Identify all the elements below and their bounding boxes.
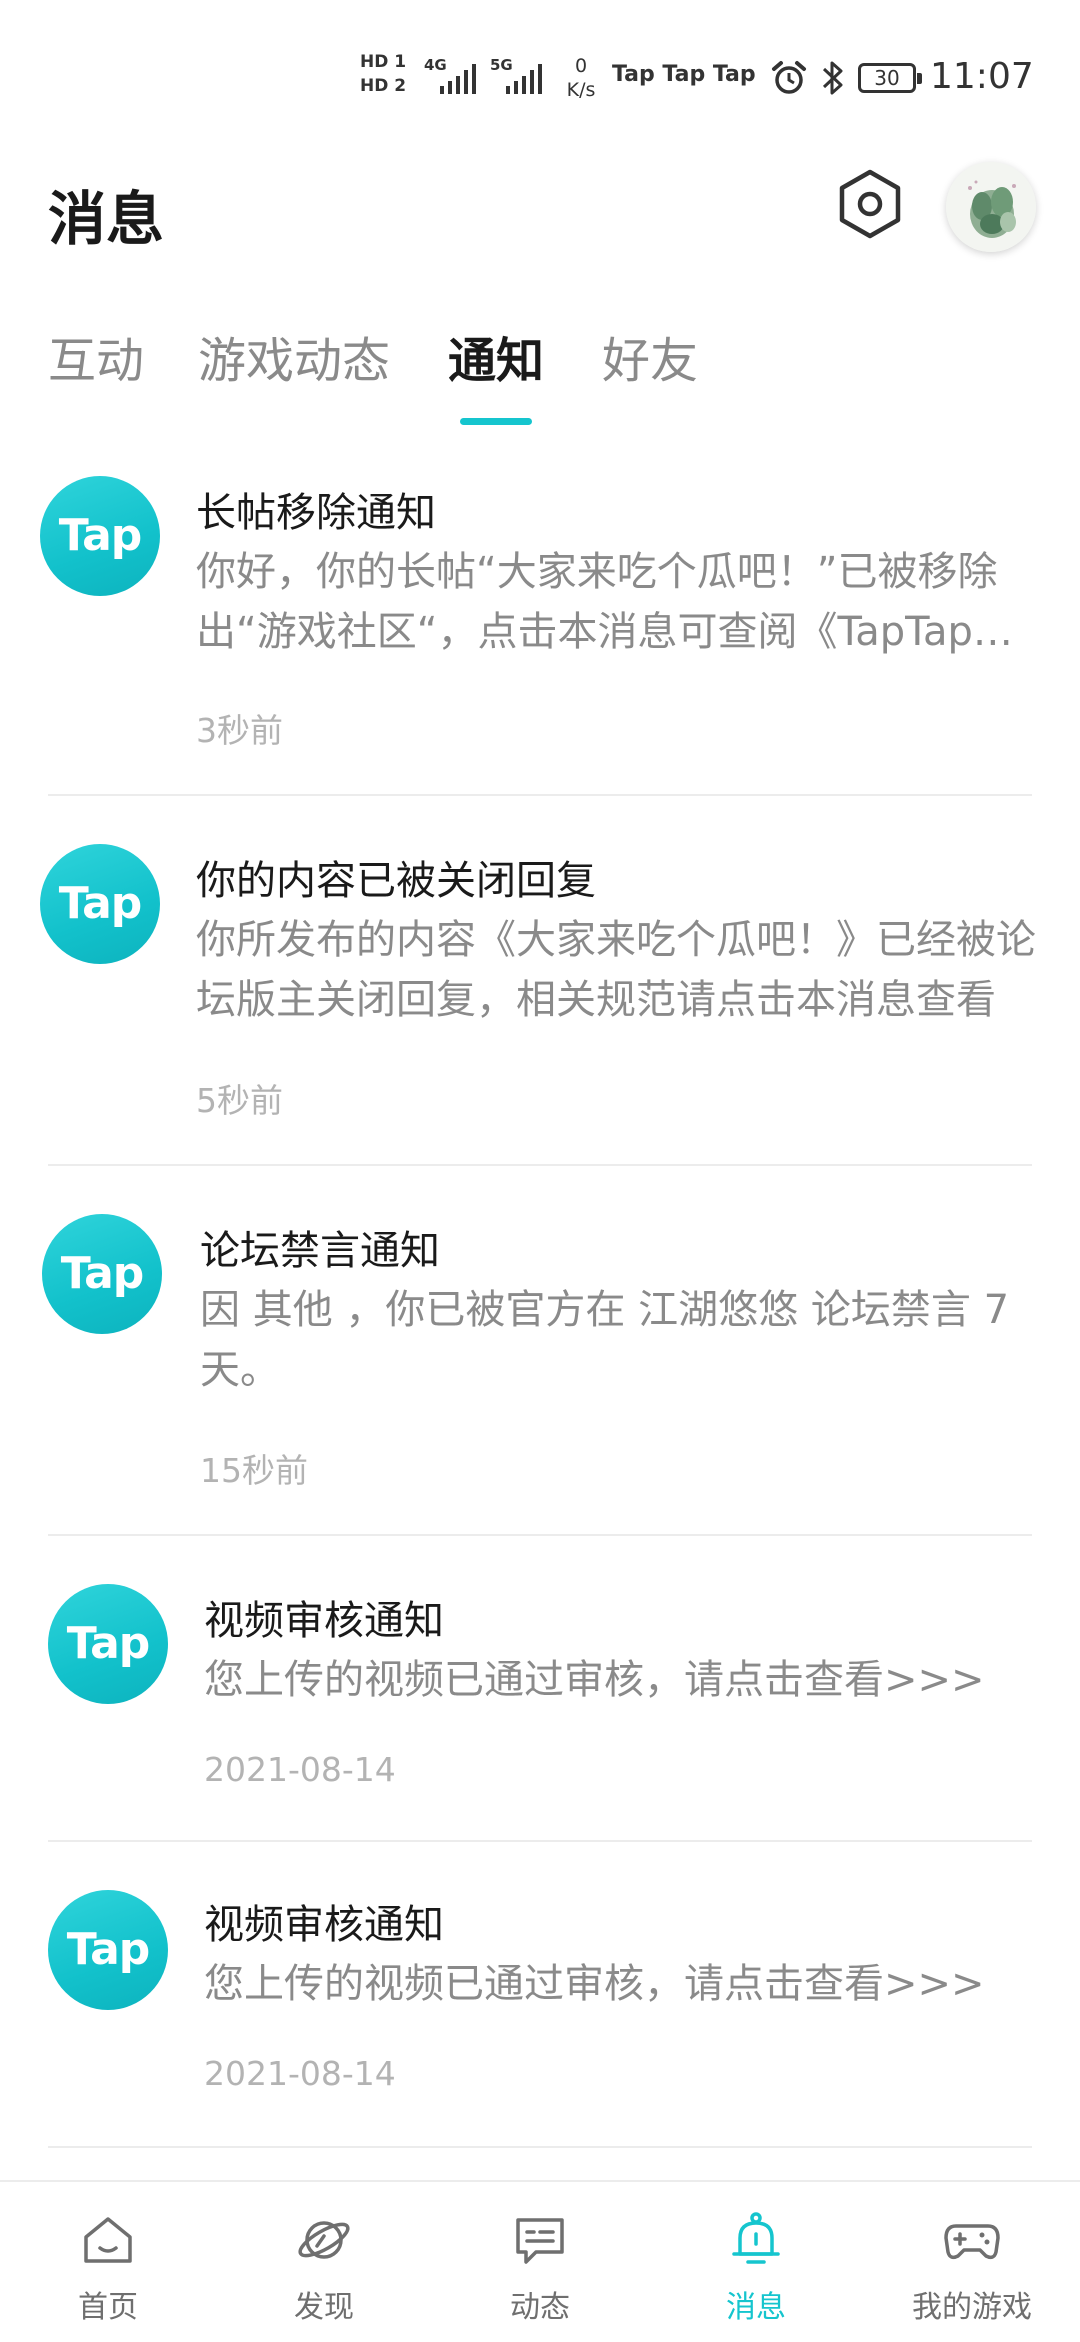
nav-messages-label: 消息 bbox=[726, 2290, 786, 2325]
speed-unit: K/s bbox=[566, 79, 596, 101]
battery-level: 30 bbox=[874, 66, 900, 90]
battery-icon: 30 bbox=[858, 63, 922, 93]
tab-notifications[interactable]: 通知 bbox=[448, 326, 544, 396]
nav-my-games-label: 我的游戏 bbox=[912, 2290, 1032, 2325]
nav-discover-label: 发现 bbox=[294, 2290, 354, 2325]
page-title: 消息 bbox=[48, 185, 165, 253]
notification-title: 视频审核通知 bbox=[204, 1902, 444, 1948]
notification-time: 3秒前 bbox=[196, 711, 283, 750]
message-tabs: 互动 游戏动态 通知 好友 bbox=[0, 326, 1080, 426]
taptap-logo-icon: Tap bbox=[48, 1584, 168, 1704]
notification-title: 视频审核通知 bbox=[204, 1598, 444, 1644]
tab-friends[interactable]: 好友 bbox=[602, 326, 698, 396]
bottom-navigation: 首页 发现 动态 消息 我的游戏 bbox=[0, 2180, 1080, 2342]
speed-value: 0 bbox=[574, 55, 588, 77]
tab-interaction[interactable]: 互动 bbox=[48, 326, 144, 396]
status-bar: HD 1 HD 2 4G 5G 0 K/s Tap Tap Tap 30 11:… bbox=[0, 0, 1080, 150]
user-avatar[interactable] bbox=[946, 162, 1036, 252]
notification-body: 因 其他 ，你已被官方在 江湖悠悠 论坛禁言 7 天。 bbox=[200, 1287, 1010, 1393]
notification-item[interactable]: Tap 长帖移除通知 你好，你的长帖“大家来吃个瓜吧！”已被移除出“游戏社区“，… bbox=[0, 440, 1080, 794]
notification-item[interactable]: Tap 视频审核通知 您上传的视频已通过审核，请点击查看>>> 2021-08-… bbox=[0, 1842, 1080, 2148]
notification-body: 您上传的视频已通过审核，请点击查看>>> bbox=[204, 1657, 985, 1703]
notification-title: 你的内容已被关闭回复 bbox=[196, 858, 596, 904]
nav-discover[interactable]: 发现 bbox=[234, 2182, 414, 2342]
tab-game-news[interactable]: 游戏动态 bbox=[198, 326, 390, 396]
notification-body: 您上传的视频已通过审核，请点击查看>>> bbox=[204, 1961, 985, 2007]
divider bbox=[48, 2146, 1032, 2148]
hd2-label: HD 2 bbox=[360, 76, 407, 96]
notification-time: 2021-08-14 bbox=[204, 2054, 396, 2093]
taptap-logo-icon: Tap bbox=[40, 844, 160, 964]
network-speed: 0 K/s bbox=[556, 54, 606, 102]
signal-5g-icon: 5G bbox=[490, 56, 556, 96]
home-icon bbox=[84, 2217, 132, 2263]
notification-time: 15秒前 bbox=[200, 1451, 308, 1490]
nav-my-games[interactable]: 我的游戏 bbox=[882, 2182, 1062, 2342]
hd1-label: HD 1 bbox=[360, 52, 407, 72]
taptap-logo-icon: Tap bbox=[42, 1214, 162, 1334]
nav-home[interactable]: 首页 bbox=[18, 2182, 198, 2342]
status-icons: 30 bbox=[770, 58, 922, 98]
taptap-logo-icon: Tap bbox=[40, 476, 160, 596]
notification-time: 2021-08-14 bbox=[204, 1750, 396, 1789]
active-tab-indicator bbox=[460, 418, 532, 425]
nav-feed[interactable]: 动态 bbox=[450, 2182, 630, 2342]
alarm-icon bbox=[772, 61, 806, 94]
settings-hex-icon bbox=[839, 169, 901, 239]
nav-feed-label: 动态 bbox=[510, 2290, 570, 2325]
bluetooth-icon bbox=[822, 61, 843, 95]
notification-time: 5秒前 bbox=[196, 1081, 283, 1120]
notification-title: 长帖移除通知 bbox=[196, 490, 436, 536]
notification-item[interactable]: Tap 论坛禁言通知 因 其他 ，你已被官方在 江湖悠悠 论坛禁言 7 天。 1… bbox=[0, 1166, 1080, 1536]
nav-home-label: 首页 bbox=[78, 2290, 138, 2325]
gamepad-icon bbox=[944, 2224, 1000, 2260]
planet-icon bbox=[298, 2221, 350, 2259]
notification-body: 你所发布的内容《大家来吃个瓜吧！》已经被论坛版主关闭回复，相关规范请点击本消息查… bbox=[196, 917, 1036, 1023]
notification-body: 你好，你的长帖“大家来吃个瓜吧！”已被移除出“游戏社区“，点击本消息可查阅《Ta… bbox=[196, 549, 1013, 655]
clock: 11:07 bbox=[930, 56, 1034, 97]
chat-icon bbox=[516, 2218, 564, 2264]
signal-4g-icon: 4G bbox=[424, 56, 490, 96]
tap-notification-icons: Tap Tap Tap bbox=[612, 62, 756, 87]
taptap-logo-icon: Tap bbox=[48, 1890, 168, 2010]
notification-item[interactable]: Tap 你的内容已被关闭回复 你所发布的内容《大家来吃个瓜吧！》已经被论坛版主关… bbox=[0, 796, 1080, 1164]
bell-icon bbox=[732, 2212, 780, 2264]
notification-item[interactable]: Tap 视频审核通知 您上传的视频已通过审核，请点击查看>>> 2021-08-… bbox=[0, 1536, 1080, 1842]
hd-voice-indicator: HD 1 HD 2 bbox=[360, 50, 416, 98]
settings-button[interactable] bbox=[832, 166, 908, 242]
notification-title: 论坛禁言通知 bbox=[200, 1228, 440, 1274]
nav-messages[interactable]: 消息 bbox=[666, 2182, 846, 2342]
avatar-plant-image bbox=[946, 162, 1036, 252]
